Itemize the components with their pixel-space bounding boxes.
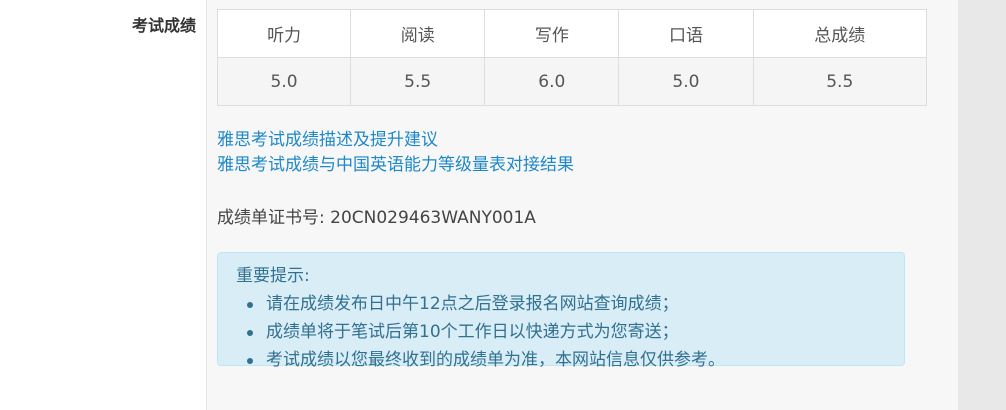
notice-item: 成绩单将于笔试后第10个工作日以快递方式为您寄送；	[247, 318, 904, 346]
header-reading: 阅读	[350, 9, 486, 58]
score-header-row: 听力 阅读 写作 口语 总成绩	[216, 9, 928, 58]
content-column: 听力 阅读 写作 口语 总成绩 5.0 5.5 6.0 5.0 5.5 雅思考试…	[207, 0, 958, 410]
score-reading: 5.5	[350, 57, 486, 106]
header-listening: 听力	[216, 9, 352, 58]
link-cefr-mapping[interactable]: 雅思考试成绩与中国英语能力等级量表对接结果	[217, 153, 574, 178]
right-gutter	[958, 0, 1006, 410]
important-notice: 重要提示: 请在成绩发布日中午12点之后登录报名网站查询成绩； 成绩单将于笔试后…	[217, 252, 905, 370]
score-overall: 5.5	[752, 57, 928, 106]
score-speaking: 5.0	[618, 57, 754, 106]
link-score-description[interactable]: 雅思考试成绩描述及提升建议	[217, 128, 574, 153]
score-writing: 6.0	[484, 57, 620, 106]
notice-item: 请在成绩发布日中午12点之后登录报名网站查询成绩；	[247, 290, 904, 318]
notice-item: 考试成绩以您最终收到的成绩单为准，本网站信息仅供参考。	[247, 346, 904, 374]
notice-list: 请在成绩发布日中午12点之后登录报名网站查询成绩； 成绩单将于笔试后第10个工作…	[236, 290, 904, 374]
score-listening: 5.0	[216, 57, 352, 106]
header-writing: 写作	[484, 9, 620, 58]
score-table: 听力 阅读 写作 口语 总成绩 5.0 5.5 6.0 5.0 5.5	[216, 9, 928, 106]
score-links: 雅思考试成绩描述及提升建议 雅思考试成绩与中国英语能力等级量表对接结果	[217, 128, 574, 178]
notice-title: 重要提示:	[236, 266, 310, 286]
header-overall: 总成绩	[752, 9, 928, 58]
label-column: 考试成绩	[0, 0, 207, 410]
header-speaking: 口语	[618, 9, 754, 58]
certificate-number: 成绩单证书号: 20CN029463WANY001A	[217, 208, 536, 228]
score-value-row: 5.0 5.5 6.0 5.0 5.5	[216, 57, 928, 106]
section-label-exam-scores: 考试成绩	[131, 16, 196, 35]
